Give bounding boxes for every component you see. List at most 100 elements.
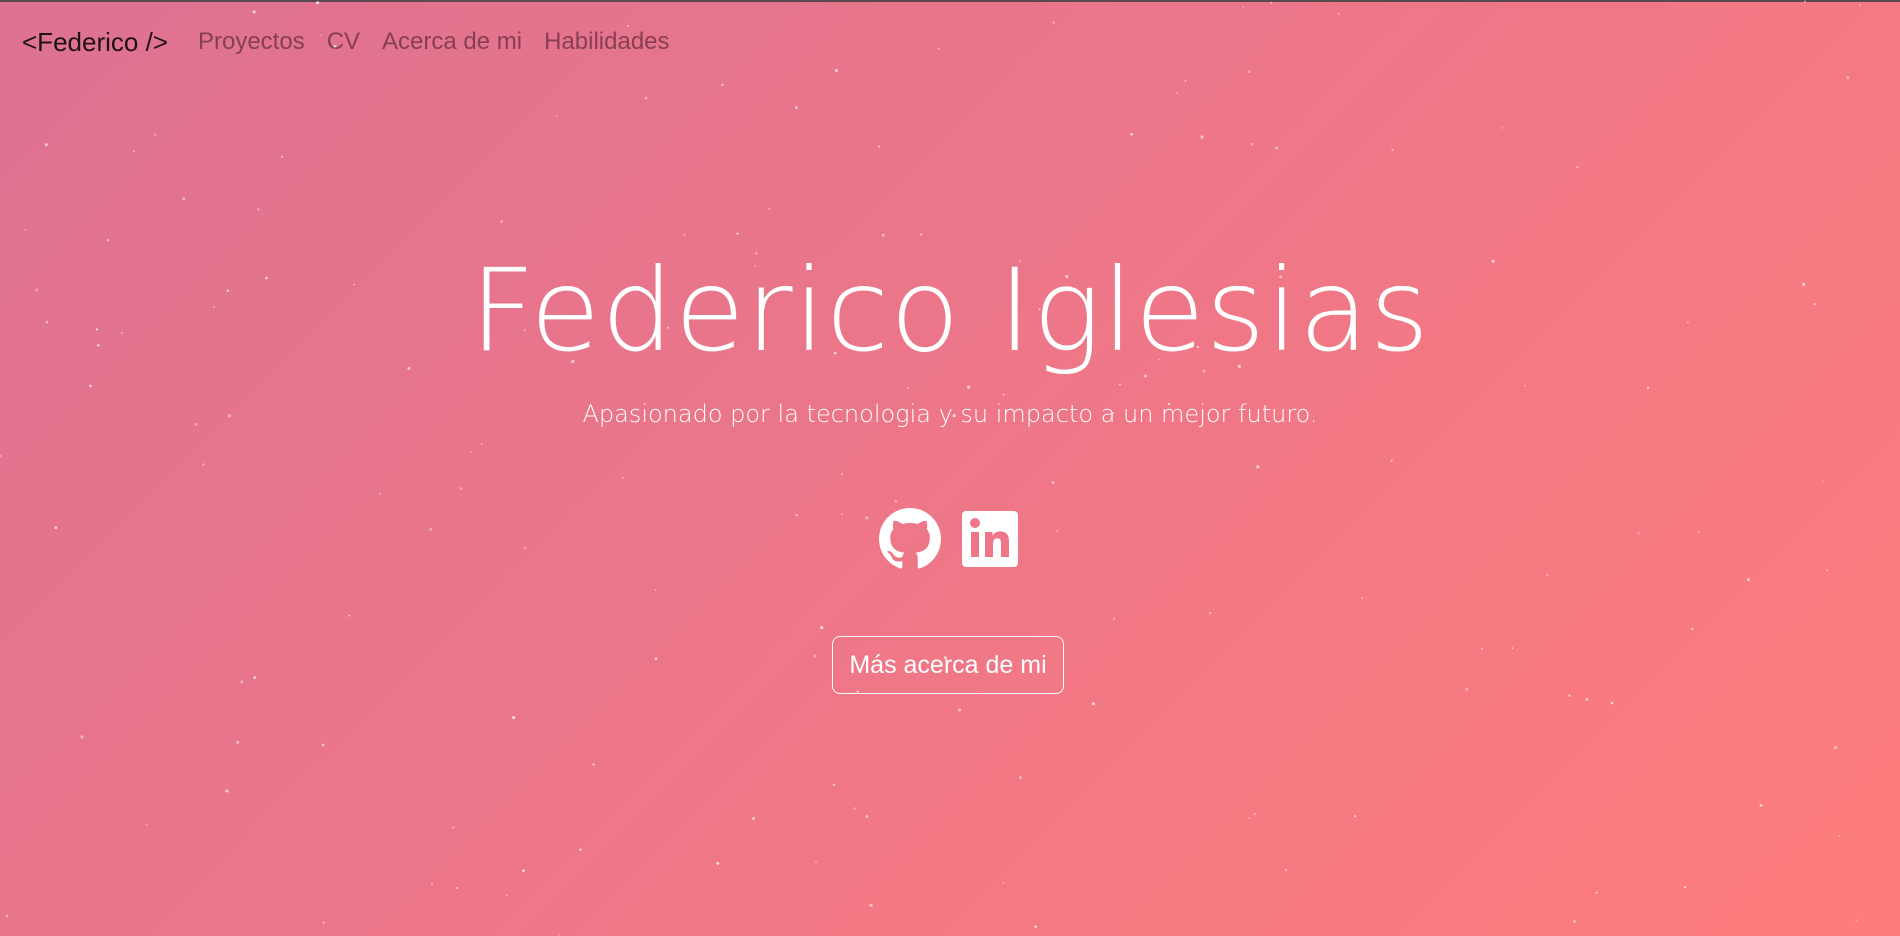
star-particle — [154, 133, 157, 136]
star-particle — [236, 740, 240, 745]
star-particle — [877, 145, 881, 148]
github-icon[interactable] — [879, 508, 941, 570]
star-particle — [1391, 148, 1394, 151]
star-particle — [1256, 465, 1260, 469]
star-particle — [1855, 919, 1858, 922]
star-particle — [592, 763, 595, 766]
star-particle — [752, 816, 755, 820]
star-particles-background — [0, 0, 1861, 936]
star-particle — [654, 657, 658, 660]
star-particle — [967, 385, 971, 389]
star-particle — [1691, 627, 1694, 631]
star-particle — [1524, 384, 1526, 387]
star-particle — [683, 233, 686, 236]
star-particle — [44, 143, 48, 147]
star-particle — [853, 807, 856, 810]
star-particle — [1200, 135, 1204, 139]
social-links — [0, 508, 1900, 570]
star-particle — [558, 933, 561, 936]
star-particle — [555, 114, 558, 117]
star-particle — [881, 233, 885, 237]
star-particle — [1683, 886, 1687, 889]
star-particle — [257, 208, 260, 211]
star-particle — [452, 826, 455, 829]
star-particle — [106, 239, 110, 242]
star-particle — [24, 228, 27, 231]
star-particle — [430, 883, 434, 886]
star-particle — [622, 476, 624, 479]
star-particle — [1759, 803, 1763, 807]
nav-link-acerca[interactable]: Acerca de mi — [382, 28, 522, 56]
star-particle — [716, 861, 720, 865]
star-particle — [578, 848, 582, 851]
star-particle — [736, 232, 739, 235]
star-particle — [794, 106, 798, 109]
navbar: <Federico /> Proyectos CV Acerca de mi H… — [0, 0, 1900, 84]
star-particle — [1253, 812, 1256, 815]
star-particle — [1576, 165, 1579, 169]
star-particle — [1546, 573, 1549, 577]
star-particle — [1647, 386, 1650, 389]
star-particle — [1002, 881, 1005, 884]
star-particle — [512, 716, 516, 720]
star-particle — [1275, 146, 1278, 150]
more-about-me-button[interactable]: Más acerca de mi — [832, 636, 1064, 694]
star-particle — [1595, 891, 1598, 894]
star-particle — [281, 155, 284, 158]
star-particle — [1746, 578, 1751, 582]
star-particle — [1390, 459, 1393, 462]
hero-subtitle: Apasionado por la tecnologia y su impact… — [582, 400, 1318, 428]
star-particle — [225, 789, 229, 793]
star-particle — [455, 886, 458, 890]
star-particle — [1002, 393, 1005, 396]
star-particle — [459, 487, 463, 490]
star-particle — [1465, 687, 1469, 691]
star-particle — [505, 894, 508, 897]
star-particle — [919, 233, 923, 236]
star-particle — [958, 708, 961, 712]
star-particle — [0, 454, 2, 458]
star-particle — [654, 589, 657, 591]
star-particle — [1176, 92, 1179, 94]
star-particle — [1285, 868, 1288, 871]
star-particle — [253, 676, 256, 679]
star-particle — [133, 150, 135, 152]
star-particle — [80, 735, 84, 739]
nav-link-proyectos[interactable]: Proyectos — [198, 28, 305, 56]
hero-title: Federico Iglesias — [469, 244, 1431, 377]
brand-logo[interactable]: <Federico /> — [22, 27, 168, 58]
star-particle — [1573, 920, 1576, 923]
star-particle — [1130, 132, 1134, 136]
star-particle — [832, 783, 836, 787]
star-particle — [1610, 701, 1614, 705]
star-particle — [321, 743, 325, 747]
star-particle — [1833, 745, 1838, 750]
star-particle — [1018, 776, 1023, 780]
star-particle — [815, 860, 817, 863]
star-particle — [470, 451, 472, 453]
star-particle — [1248, 817, 1251, 820]
star-particle — [182, 197, 186, 201]
star-particle — [240, 680, 244, 684]
star-particle — [869, 903, 873, 907]
star-particle — [820, 625, 824, 630]
star-particle — [1051, 481, 1055, 484]
star-particle — [841, 473, 843, 475]
star-particle — [907, 387, 910, 389]
star-particle — [768, 207, 771, 211]
linkedin-icon[interactable] — [959, 508, 1021, 570]
star-particle — [894, 499, 898, 503]
star-particle — [1353, 815, 1357, 818]
star-particle — [202, 463, 205, 466]
nav-link-cv[interactable]: CV — [327, 28, 360, 56]
star-particle — [379, 492, 382, 495]
star-particle — [1511, 647, 1514, 650]
star-particle — [1822, 480, 1824, 483]
star-particle — [1112, 617, 1116, 620]
star-particle — [865, 815, 869, 818]
nav-link-habilidades[interactable]: Habilidades — [544, 28, 669, 56]
star-particle — [1501, 126, 1503, 129]
star-particle — [5, 914, 9, 918]
star-particle — [89, 384, 92, 388]
star-particle — [1209, 612, 1212, 614]
